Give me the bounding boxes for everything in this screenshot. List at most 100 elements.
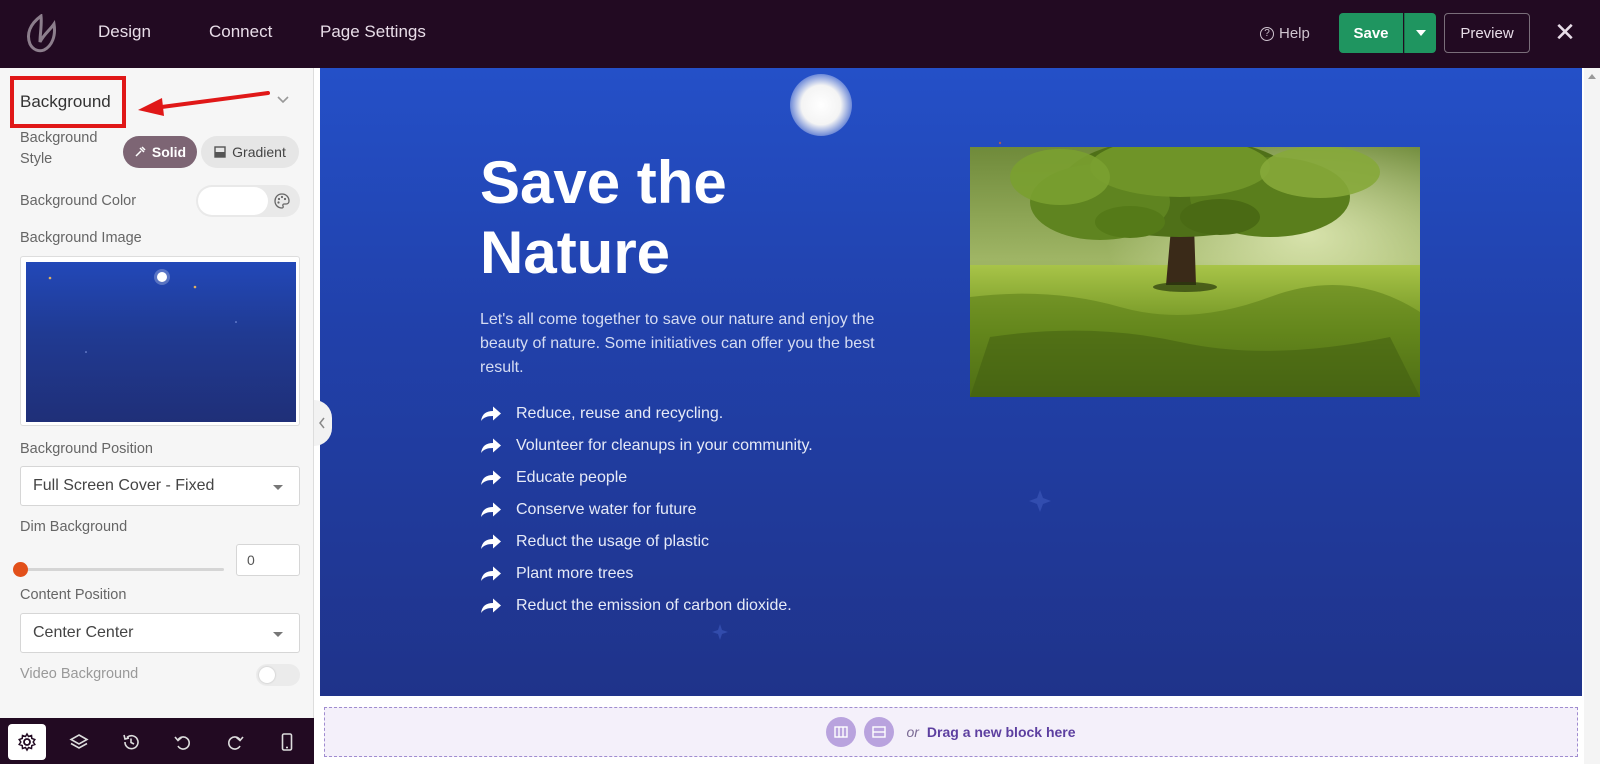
preview-button[interactable]: Preview [1444,13,1530,53]
help-label: Help [1279,25,1310,42]
dim-background-label: Dim Background [20,519,128,535]
undo-icon [174,736,190,750]
toggle-knob [259,667,275,683]
chevron-left-icon [319,417,325,429]
caret-down-icon [273,632,283,637]
settings-button[interactable] [8,724,46,760]
style-gradient-button[interactable]: Gradient [201,136,299,168]
share-arrow-icon [481,470,501,485]
redo-icon [228,736,244,750]
nav-connect[interactable]: Connect [209,22,272,42]
layers-icon [69,734,89,749]
page-canvas[interactable]: Save the Nature Let's all come together … [320,68,1582,696]
list-item-text: Reduct the emission of carbon dioxide. [516,597,792,614]
list-item-text: Reduct the usage of plastic [516,533,710,550]
background-color-picker[interactable] [196,185,300,217]
undo-button[interactable] [164,724,202,760]
nav-page-settings[interactable]: Page Settings [320,22,426,42]
history-button[interactable] [112,724,150,760]
share-arrow-icon [481,534,501,549]
color-swatch[interactable] [198,187,268,215]
content-position-select[interactable]: Center Center [20,613,300,653]
list-item[interactable]: Reduce, reuse and recycling. [480,398,813,430]
background-position-select[interactable]: Full Screen Cover - Fixed [20,466,300,506]
background-image-upload[interactable] [20,256,300,426]
save-dropdown-button[interactable] [1404,13,1436,53]
initiatives-list: Reduce, reuse and recycling. Volunteer f… [480,398,813,622]
list-item[interactable]: Plant more trees [480,558,813,590]
list-item-text: Reduce, reuse and recycling. [516,405,724,422]
add-columns-button[interactable] [826,717,857,747]
style-gradient-label: Gradient [232,144,286,160]
share-arrow-icon [481,406,501,421]
top-bar: Design Connect Page Settings ? Help Save… [0,0,1600,68]
columns-icon [834,726,849,738]
chevron-down-icon[interactable] [276,92,290,106]
video-background-label: Video Background [20,666,139,682]
dim-background-slider-track[interactable] [20,568,224,571]
palette-icon[interactable] [274,193,290,209]
scroll-up-arrow-icon[interactable] [1588,74,1596,79]
share-arrow-icon [481,502,501,517]
list-item-text: Educate people [516,469,628,486]
annotation-arrow-icon [138,91,270,116]
list-item-text: Volunteer for cleanups in your community… [516,437,813,454]
add-row-button[interactable] [864,717,895,747]
dim-background-slider-handle[interactable] [13,562,28,577]
list-item[interactable]: Reduct the emission of carbon dioxide. [480,590,813,622]
background-image-label: Background Image [20,230,142,246]
video-background-toggle[interactable] [256,664,300,686]
save-button[interactable]: Save [1339,13,1403,53]
style-solid-button[interactable]: Solid [123,136,197,168]
content-position-label: Content Position [20,587,127,603]
mobile-preview-button[interactable] [268,724,306,760]
collapse-sidebar-handle[interactable] [314,400,332,446]
list-item[interactable]: Volunteer for cleanups in your community… [480,430,813,462]
content-position-value: Center Center [33,624,134,641]
background-position-value: Full Screen Cover - Fixed [33,477,215,494]
bottom-toolbar [0,718,314,764]
close-icon[interactable]: ✕ [1553,19,1577,46]
tree-image[interactable] [970,147,1420,397]
background-position-label: Background Position [20,441,153,457]
rows-icon [872,726,887,738]
redo-button[interactable] [216,724,254,760]
share-arrow-icon [481,598,501,613]
style-solid-label: Solid [151,144,187,160]
background-style-label: Background Style [20,130,98,167]
layers-button[interactable] [60,724,98,760]
list-item[interactable]: Conserve water for future [480,494,813,526]
list-item[interactable]: Educate people [480,462,813,494]
settings-icon [18,732,36,752]
caret-down-icon [273,485,283,490]
background-image-thumbnail [26,262,296,422]
moon-graphic [790,74,852,136]
help-link[interactable]: ? Help [1260,25,1310,42]
tree-in-meadow-art [970,147,1420,397]
eyedropper-icon [135,146,146,157]
dim-background-input[interactable]: 0 [236,544,300,576]
gradient-icon [214,146,226,158]
history-icon [123,734,139,750]
hero-description[interactable]: Let's all come together to save our natu… [480,308,920,380]
night-sky-thumbnail-art [48,269,237,353]
hero-title[interactable]: Save the Nature [480,148,840,288]
list-item[interactable]: Reduct the usage of plastic [480,526,813,558]
scrollbar[interactable] [1584,68,1600,764]
caret-down-icon [1415,30,1426,36]
add-block-dropzone[interactable]: or Drag a new block here [324,707,1578,757]
nav-design[interactable]: Design [98,22,151,42]
list-item-text: Plant more trees [516,565,634,582]
dropzone-or-text: or [906,724,919,740]
background-color-label: Background Color [20,193,137,209]
settings-sidebar: Background Background Style Solid Gradie… [0,68,314,764]
mobile-icon [281,733,293,751]
logo-icon [26,14,56,53]
share-arrow-icon [481,566,501,581]
page-builder-app: Design Connect Page Settings ? Help Save… [0,0,1600,764]
dropzone-label: Drag a new block here [926,724,1076,740]
list-item-text: Conserve water for future [516,501,697,518]
share-arrow-icon [481,438,501,453]
background-section-header[interactable]: Background [10,76,126,128]
help-icon: ? [1260,26,1274,41]
